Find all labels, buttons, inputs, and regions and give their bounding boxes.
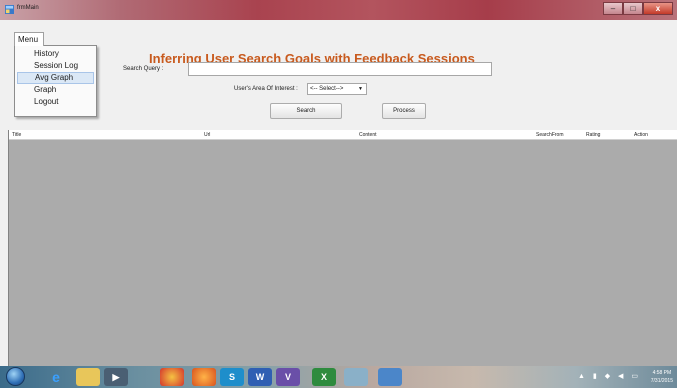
results-grid[interactable]: Title Url Content SearchFrom Rating Acti… bbox=[8, 130, 677, 366]
menu-bar bbox=[0, 20, 677, 46]
column-header-title[interactable]: Title bbox=[12, 132, 21, 138]
menu-dropdown: History Session Log Avg Graph Graph Logo… bbox=[14, 45, 97, 117]
maximize-button[interactable]: □ bbox=[623, 2, 643, 15]
media-player-icon[interactable]: ▶ bbox=[104, 368, 128, 386]
file-explorer-icon[interactable] bbox=[76, 368, 100, 386]
internet-explorer-icon[interactable]: e bbox=[44, 368, 68, 386]
minimize-button[interactable]: – bbox=[603, 2, 623, 15]
menu-item-graph[interactable]: Graph bbox=[17, 84, 94, 96]
chevron-down-icon: ▼ bbox=[358, 86, 363, 92]
search-query-label: Search Query : bbox=[123, 66, 164, 72]
search-query-input[interactable] bbox=[188, 62, 492, 76]
visual-studio-icon[interactable]: V bbox=[276, 368, 300, 386]
menu-item-history[interactable]: History bbox=[17, 48, 94, 60]
app-icon bbox=[5, 5, 14, 14]
area-of-interest-label: User's Area Of Interest : bbox=[234, 86, 298, 92]
title-bar[interactable]: frmMain – □ x bbox=[0, 0, 677, 20]
column-header-rating[interactable]: Rating bbox=[586, 132, 600, 138]
menu-item-logout[interactable]: Logout bbox=[17, 96, 94, 108]
main-window: frmMain – □ x Menu History Session Log A… bbox=[0, 0, 677, 366]
start-button[interactable] bbox=[6, 367, 25, 386]
area-of-interest-value: <-- Select--> bbox=[310, 86, 344, 92]
close-button[interactable]: x bbox=[643, 2, 673, 15]
clock-time: 4:58 PM bbox=[652, 370, 672, 376]
excel-icon[interactable]: X bbox=[312, 368, 336, 386]
menu-item-avg-graph[interactable]: Avg Graph bbox=[17, 72, 94, 84]
system-tray[interactable]: ▲ ▮ ◆ ◀ ▭ bbox=[578, 372, 641, 380]
search-button[interactable]: Search bbox=[270, 103, 342, 119]
clock-date: 7/31/2015 bbox=[650, 378, 673, 384]
chrome-icon[interactable] bbox=[160, 368, 184, 386]
column-header-url[interactable]: Url bbox=[204, 132, 210, 138]
firefox-icon[interactable] bbox=[192, 368, 216, 386]
app-window-icon[interactable] bbox=[344, 368, 368, 386]
word-icon[interactable]: W bbox=[248, 368, 272, 386]
grid-header: Title Url Content SearchFrom Rating Acti… bbox=[9, 130, 677, 140]
process-button[interactable]: Process bbox=[382, 103, 426, 119]
clock[interactable]: 4:58 PM 7/31/2015 bbox=[651, 369, 673, 385]
column-header-content[interactable]: Content bbox=[359, 132, 377, 138]
column-header-searchfrom[interactable]: SearchFrom bbox=[536, 132, 564, 138]
window-controls: – □ x bbox=[603, 2, 673, 16]
app-window-icon[interactable] bbox=[378, 368, 402, 386]
menu-item-session-log[interactable]: Session Log bbox=[17, 60, 94, 72]
window-title: frmMain bbox=[17, 5, 39, 11]
area-of-interest-select[interactable]: <-- Select--> ▼ bbox=[307, 83, 367, 95]
menu-root[interactable]: Menu bbox=[14, 32, 44, 46]
taskbar: e ▶ S W V X ▲ ▮ ◆ ◀ ▭ 4:58 PM 7/31/2015 bbox=[0, 366, 677, 388]
column-header-action[interactable]: Action bbox=[634, 132, 648, 138]
skype-icon[interactable]: S bbox=[220, 368, 244, 386]
